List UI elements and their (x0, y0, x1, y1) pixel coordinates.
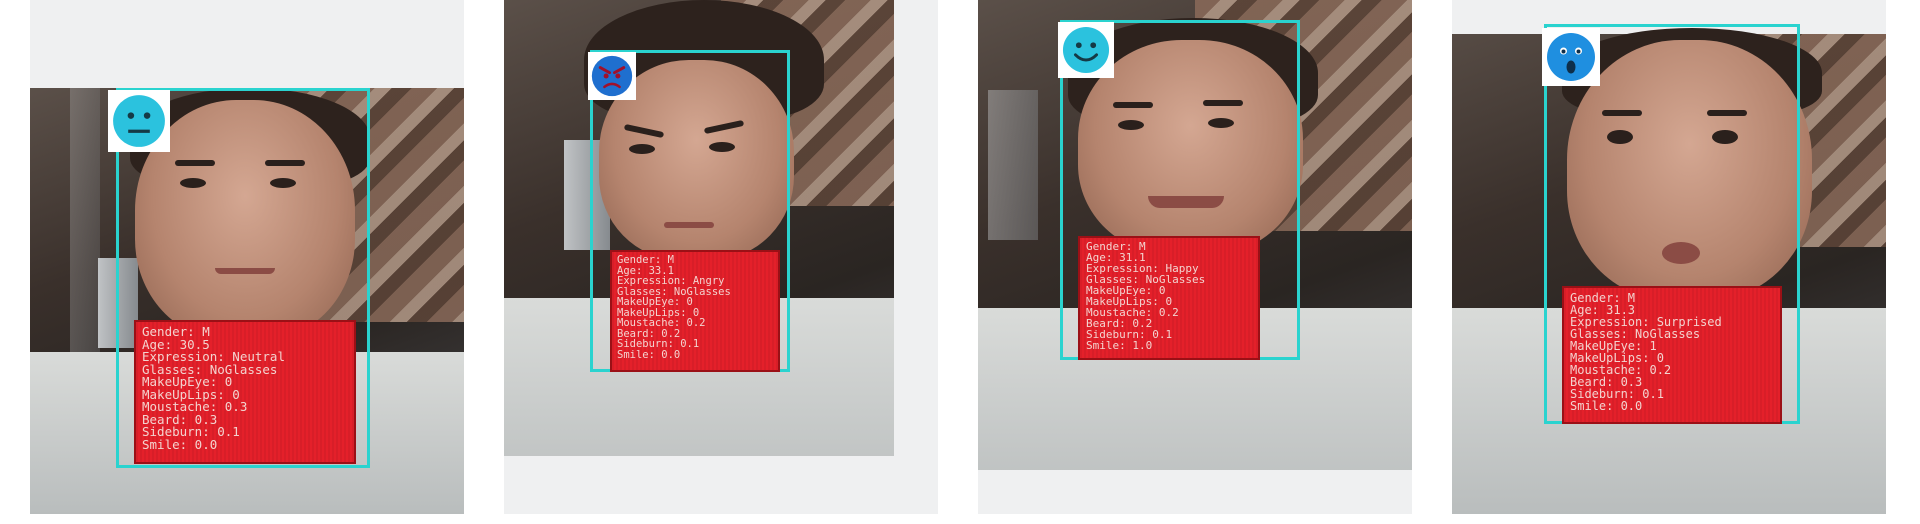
attr-smile: Smile: 0.0 (617, 348, 681, 361)
attr-gender: Gender: M (617, 254, 674, 266)
face-attributes-box: Gender: M Age: 30.5 Expression: Neutral … (134, 320, 356, 464)
surprised-face-icon (1546, 32, 1596, 82)
expression-emoji (1058, 22, 1114, 78)
attr-sideburn: Sideburn: 0.1 (617, 338, 700, 350)
face-attributes-box: Gender: M Age: 33.1 Expression: Angry Gl… (610, 250, 780, 372)
face-attributes-box: Gender: M Age: 31.1 Expression: Happy Gl… (1078, 236, 1260, 360)
monitor-bezel (30, 0, 464, 88)
expression-emoji (588, 52, 636, 100)
attr-smile: Smile: 0.0 (1570, 399, 1643, 413)
monitor-bezel-bottom (978, 470, 1412, 514)
expression-emoji (1542, 28, 1600, 86)
photo-panel-1: Gender: M Age: 30.5 Expression: Neutral … (30, 0, 464, 514)
face-attributes-box: Gender: M Age: 31.3 Expression: Surprise… (1562, 286, 1782, 424)
attr-expression: Expression: Angry (617, 275, 725, 287)
happy-face-icon (1062, 26, 1110, 74)
attr-moustache: Moustache: 0.2 (617, 317, 706, 329)
attr-smile: Smile: 1.0 (1086, 339, 1153, 352)
photo-panel-4: Gender: M Age: 31.3 Expression: Surprise… (1452, 0, 1886, 514)
angry-face-icon (591, 55, 633, 97)
monitor-bezel-bottom (504, 456, 938, 514)
expression-emoji (108, 90, 170, 152)
attr-smile: Smile: 0.0 (142, 436, 218, 452)
attr-makeup-eye: MakeUpEye: 0 (617, 296, 693, 308)
monitor-bezel (894, 0, 938, 514)
photo-panel-2: Gender: M Age: 33.1 Expression: Angry Gl… (504, 0, 938, 514)
neutral-face-icon (112, 94, 166, 148)
photo-panel-3: Gender: M Age: 31.1 Expression: Happy Gl… (978, 0, 1412, 514)
